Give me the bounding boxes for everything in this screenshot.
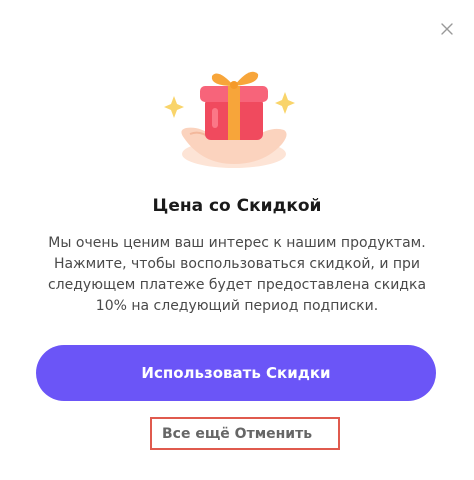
close-icon [441,23,453,35]
use-discount-button[interactable]: Использовать Скидки [36,345,436,401]
dialog-title: Цена со Скидкой [152,196,322,216]
discount-dialog: Цена со Скидкой Мы очень ценим ваш интер… [0,0,474,480]
close-button[interactable] [437,19,457,39]
dialog-description: Мы очень ценим ваш интерес к нашим проду… [47,235,427,314]
gift-in-hand-icon [164,71,295,168]
cancel-anyway-button[interactable]: Все ещё Отменить [150,417,340,450]
